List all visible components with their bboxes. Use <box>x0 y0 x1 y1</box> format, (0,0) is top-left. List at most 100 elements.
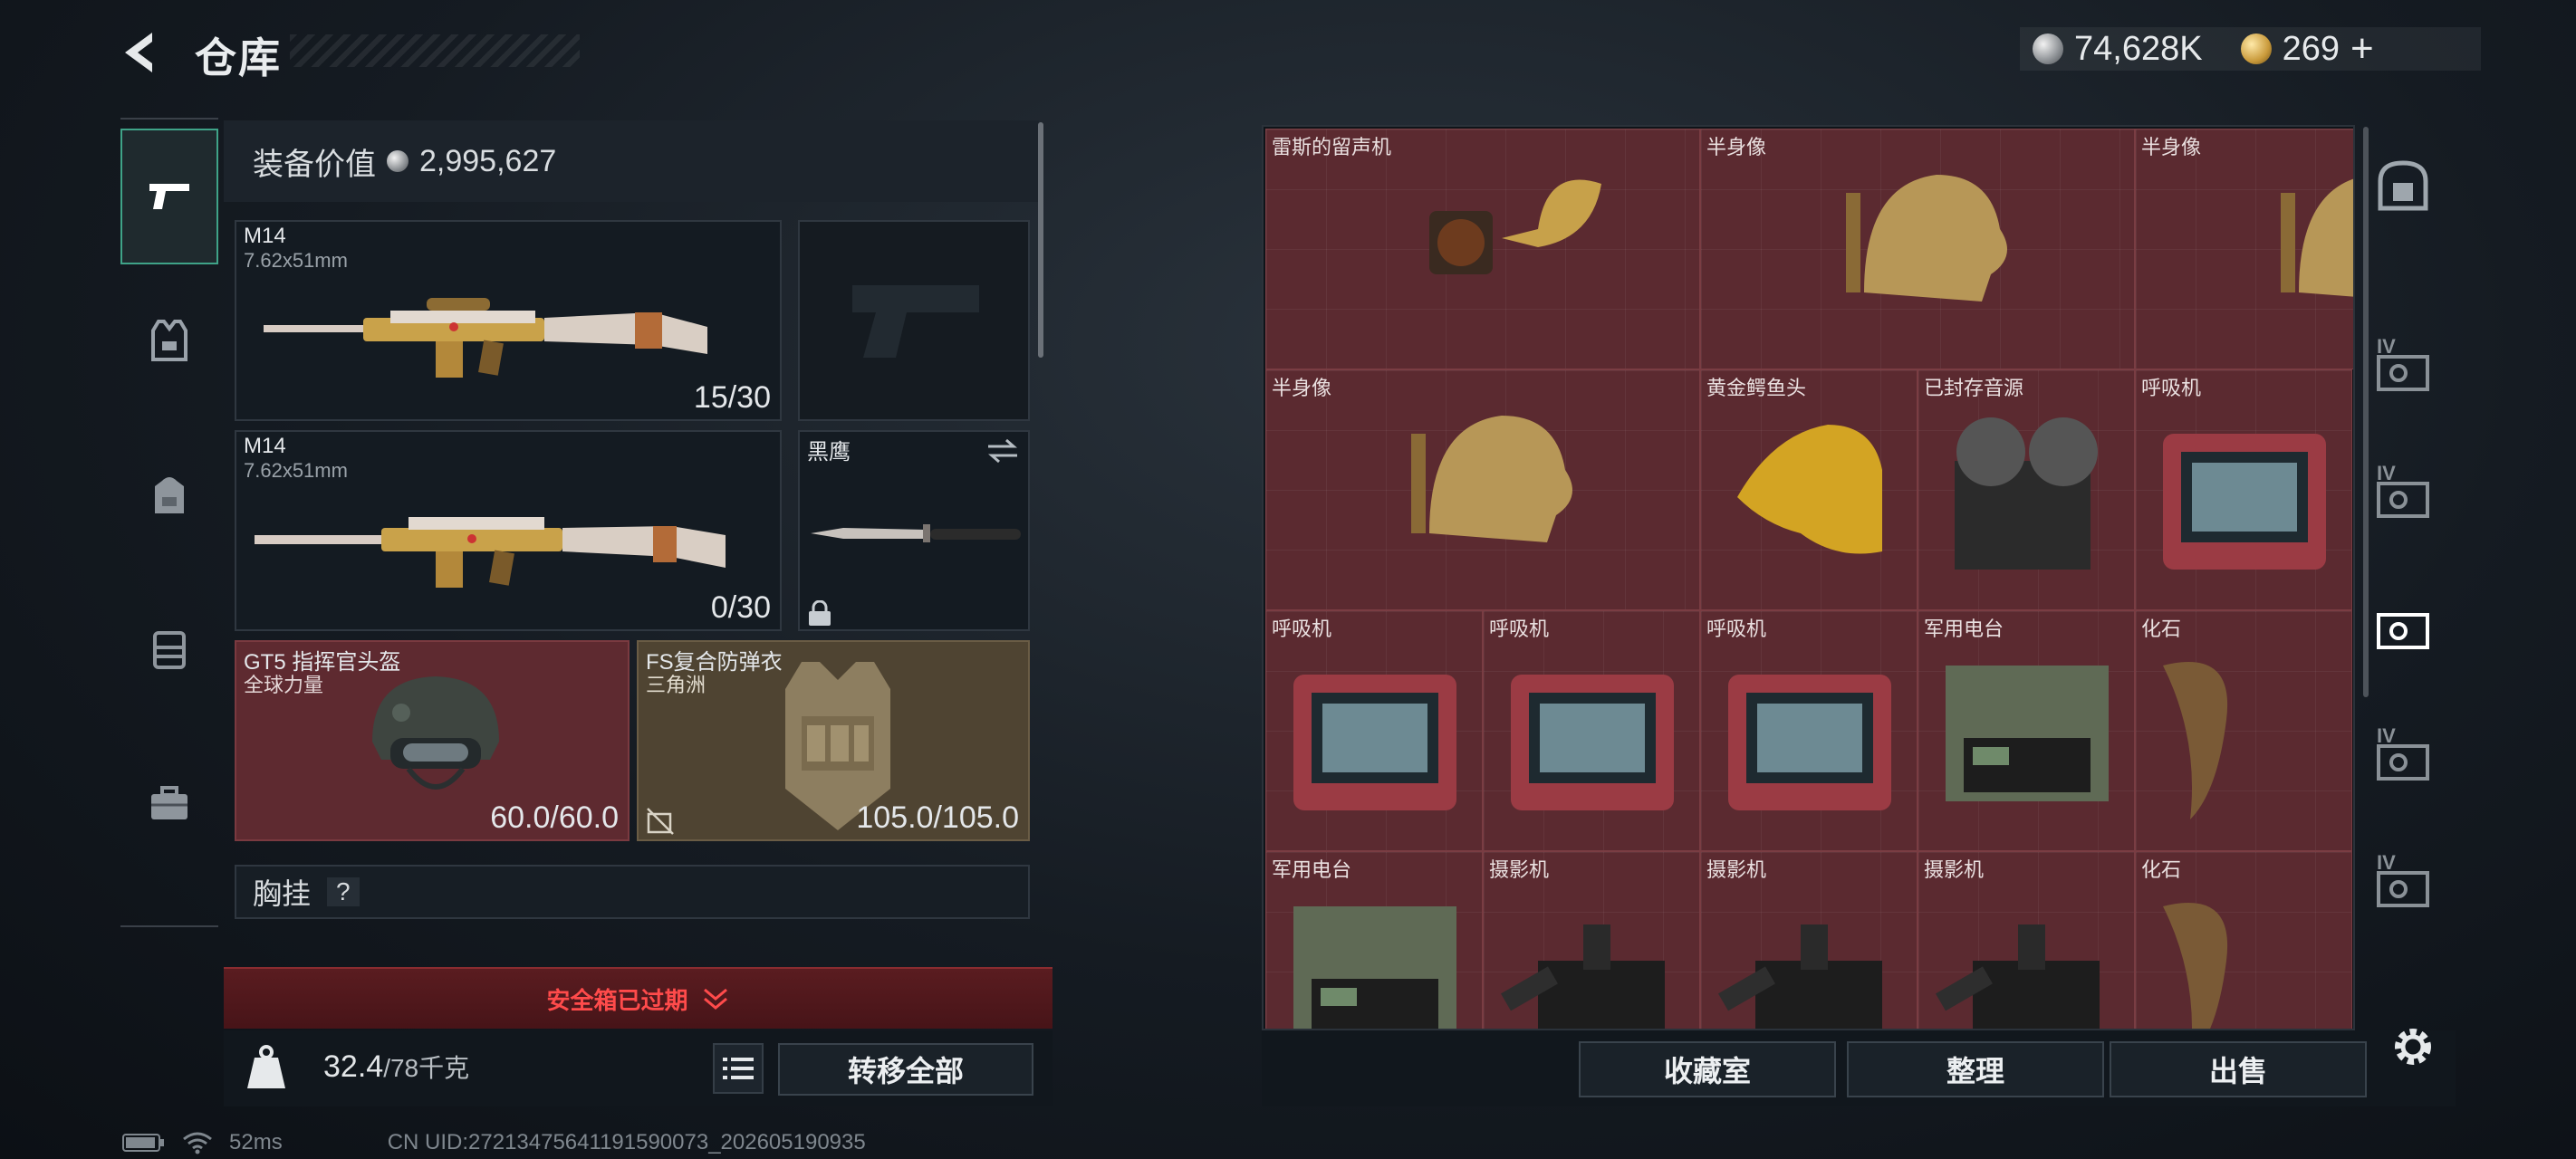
tab-stash-2[interactable]: IV <box>2371 335 2435 398</box>
rifle-icon <box>264 298 707 378</box>
reel-recorder-icon <box>1955 417 2098 570</box>
stash-grid: 雷斯的留声机 半身像 半身像 半身像 黄金鳄鱼头 已封存音源 呼吸机 呼吸机 呼吸机 呼吸机 军用电… <box>1262 125 2355 1030</box>
golden-crocodile-head-icon <box>1737 425 1882 554</box>
tab-stash-5[interactable]: IV <box>2371 724 2435 788</box>
rifle-icon <box>255 517 726 588</box>
currency-bar: 74,628K 269 + <box>2020 26 2481 72</box>
tab-backpack[interactable] <box>120 427 218 563</box>
stash-item[interactable]: 呼吸机 <box>1265 610 1483 851</box>
tab-stash-3[interactable]: IV <box>2371 462 2435 525</box>
safebox-expired-banner[interactable]: 安全箱已过期 <box>224 967 1053 1029</box>
stash-case-icon <box>2378 160 2428 211</box>
tab-case[interactable] <box>120 735 218 871</box>
sell-button[interactable]: 出售 <box>2110 1041 2367 1097</box>
stash-item[interactable]: 已封存音源 <box>1918 369 2135 610</box>
collection-room-button[interactable]: 收藏室 <box>1579 1041 1836 1097</box>
chest-rig-slot[interactable]: 胸挂 ? <box>235 865 1030 919</box>
tab-chest-rig[interactable] <box>120 581 218 717</box>
title-decoration <box>290 34 580 67</box>
armor-durability: 105.0/105.0 <box>856 800 1019 835</box>
armor-slot[interactable]: FS复合防弹衣 三角洲 105.0/105.0 <box>637 640 1030 841</box>
melee-slot[interactable]: 黑鹰 <box>798 430 1030 631</box>
stash-item[interactable]: 黄金鳄鱼头 <box>1700 369 1918 610</box>
stash-item[interactable]: 化石 <box>2135 851 2352 1029</box>
stash-item[interactable]: 摄影机 <box>1700 851 1918 1029</box>
stash-item[interactable]: 半身像 <box>2135 129 2353 369</box>
user-uid: CN UID:27213475641191590073_202605190935 <box>387 1130 866 1154</box>
stash-item[interactable]: 摄影机 <box>1918 851 2135 1029</box>
stash-item[interactable]: 呼吸机 <box>1700 610 1918 851</box>
primary-weapon-slot[interactable]: M14 7.62x51mm 15/30 <box>235 220 782 421</box>
ping-value: 52ms <box>229 1130 283 1154</box>
stash-item-label: 呼吸机 <box>1706 618 1767 640</box>
stash-item[interactable]: 雷斯的留声机 <box>1265 129 1700 369</box>
equipment-panel: 装备价值 2,995,627 M14 7.62x51mm 15/30 M14 7… <box>224 120 1053 922</box>
stash-tab-rail: IV IV IV IV <box>2364 127 2440 942</box>
stash-item[interactable]: 半身像 <box>1265 369 1700 610</box>
back-button[interactable] <box>118 27 168 78</box>
equipment-value-label: 装备价值 <box>253 147 376 182</box>
stash-item[interactable]: 军用电台 <box>1918 610 2135 851</box>
weapon-caliber: 7.62x51mm <box>244 249 348 272</box>
stash-actions: 收藏室 整理 出售 <box>1262 1030 2456 1106</box>
help-icon[interactable]: ? <box>327 877 360 906</box>
sort-button[interactable]: 整理 <box>1847 1041 2104 1097</box>
melee-name: 黑鹰 <box>807 440 851 465</box>
stash-item-label: 呼吸机 <box>1272 618 1332 640</box>
stash-item[interactable]: 军用电台 <box>1265 851 1483 1029</box>
weapon-name: M14 <box>244 434 286 458</box>
stash-item-label: 摄影机 <box>1489 858 1550 881</box>
helmet-icon <box>372 676 499 790</box>
tier-badge: IV <box>2377 851 2396 874</box>
gramophone-icon <box>1429 179 1601 274</box>
stash-item[interactable]: 化石 <box>2135 610 2352 851</box>
armor-faction: 三角洲 <box>646 674 706 696</box>
transfer-all-button[interactable]: 转移全部 <box>778 1043 1033 1096</box>
stash-item-label: 呼吸机 <box>1489 618 1550 640</box>
chevron-down-icon <box>703 988 727 1010</box>
pistol-icon <box>149 184 189 209</box>
fossil-claw-icon <box>2163 662 2228 819</box>
stash-item-label: 化石 <box>2141 858 2182 881</box>
stash-item[interactable]: 半身像 <box>1700 129 2135 369</box>
stash-item[interactable]: 摄影机 <box>1483 851 1700 1029</box>
swap-icon[interactable] <box>986 437 1019 465</box>
tier-badge: IV <box>2377 724 2396 747</box>
stash-item[interactable]: 呼吸机 <box>2135 369 2352 610</box>
equipment-scrollbar[interactable] <box>1038 122 1043 358</box>
stash-item-label: 已封存音源 <box>1924 377 2024 399</box>
tab-weapons[interactable] <box>120 129 218 264</box>
list-view-button[interactable] <box>713 1043 764 1094</box>
stash-item-label: 半身像 <box>2141 136 2202 158</box>
gold-coin-icon <box>2240 34 2272 64</box>
tab-armor[interactable] <box>120 273 218 409</box>
gear-icon <box>2395 1029 2431 1065</box>
secondary-weapon-slot[interactable] <box>798 220 1030 421</box>
category-rail <box>120 118 218 927</box>
weapon-caliber: 7.62x51mm <box>244 459 348 482</box>
primary-weapon-slot-2[interactable]: M14 7.62x51mm 0/30 <box>235 430 782 631</box>
silver-coin-icon <box>387 150 409 172</box>
weight-max: /78千克 <box>383 1054 470 1082</box>
military-radio-icon <box>1946 666 2109 801</box>
stash-item[interactable]: 呼吸机 <box>1483 610 1700 851</box>
tab-stash-4-active[interactable] <box>2371 593 2435 656</box>
container-icon <box>2377 613 2429 649</box>
stash-item-label: 军用电台 <box>1924 618 2004 640</box>
stash-item-label: 化石 <box>2141 618 2182 640</box>
stash-item-label: 军用电台 <box>1272 858 1352 881</box>
stash-item-label: 半身像 <box>1706 136 1767 158</box>
add-currency-button[interactable]: + <box>2350 26 2374 72</box>
ventilator-icon <box>1728 675 1891 810</box>
briefcase-icon <box>151 786 187 819</box>
tab-stash-main[interactable] <box>2371 154 2435 217</box>
helmet-slot[interactable]: GT5 指挥官头盔 全球力量 60.0/60.0 <box>235 640 630 841</box>
stash-item-label: 呼吸机 <box>2141 377 2202 399</box>
equipment-value: 装备价值 2,995,627 <box>224 120 1039 202</box>
weight-display: 32.4/78千克 <box>323 1049 469 1085</box>
ventilator-icon <box>2163 434 2326 570</box>
pistol-placeholder-icon <box>852 285 979 358</box>
settings-button[interactable] <box>2388 1021 2438 1072</box>
page-title: 仓库 <box>195 34 282 81</box>
tab-stash-6[interactable]: IV <box>2371 851 2435 915</box>
